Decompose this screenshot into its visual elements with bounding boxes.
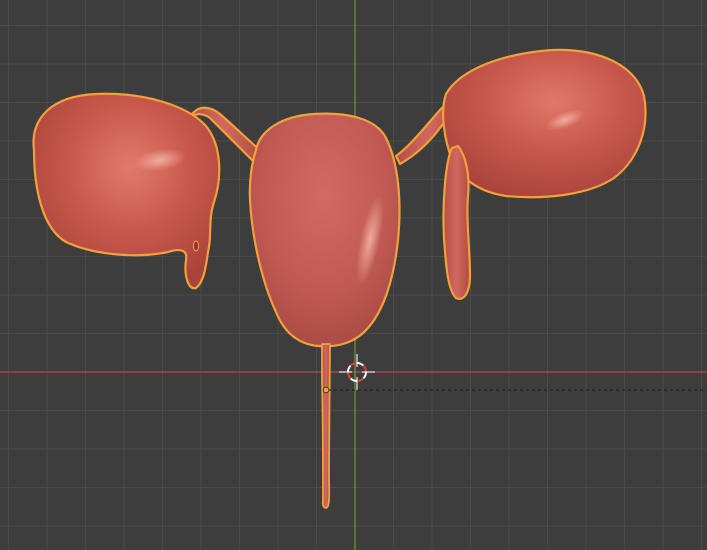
right-ovary[interactable] xyxy=(442,48,647,199)
left-ovary[interactable] xyxy=(32,92,221,290)
3d-viewport[interactable] xyxy=(0,0,707,550)
cervical-stalk[interactable] xyxy=(321,343,331,509)
uterus-model[interactable] xyxy=(32,48,647,509)
object-origin-icon[interactable] xyxy=(322,386,330,394)
left-ovary-opening xyxy=(192,240,200,252)
right-ovarian-ligament[interactable] xyxy=(442,144,472,300)
